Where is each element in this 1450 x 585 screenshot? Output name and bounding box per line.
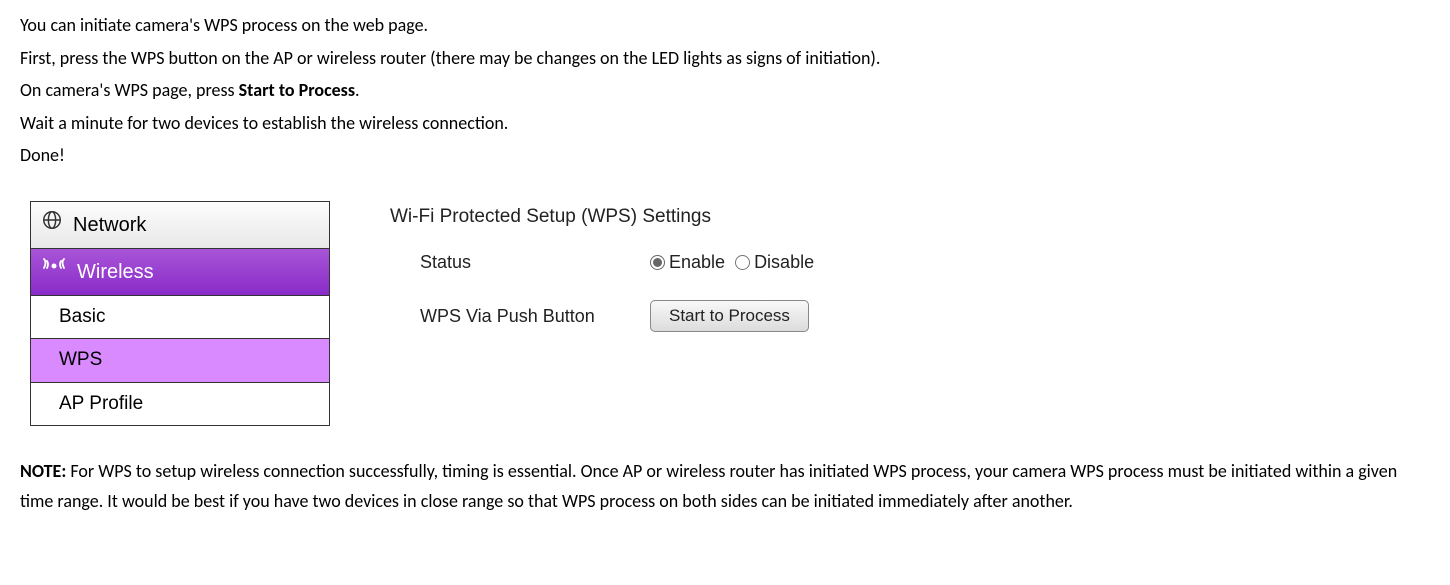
note-text: NOTE: For WPS to setup wireless connecti… bbox=[20, 456, 1430, 517]
status-label: Status bbox=[390, 247, 650, 278]
note-block: NOTE: For WPS to setup wireless connecti… bbox=[20, 456, 1430, 517]
push-button-label: WPS Via Push Button bbox=[390, 301, 650, 332]
instruction-line: Wait a minute for two devices to establi… bbox=[20, 108, 1430, 139]
sidebar-label: Wireless bbox=[77, 255, 154, 289]
radio-enable[interactable]: Enable bbox=[650, 247, 725, 278]
sidebar-section-network[interactable]: Network bbox=[31, 202, 329, 249]
status-radio-group: Enable Disable bbox=[650, 247, 814, 278]
instruction-line: On camera's WPS page, press Start to Pro… bbox=[20, 75, 1430, 106]
settings-screenshot: Network Wireless Basic WPS AP Profile Wi… bbox=[30, 201, 1430, 426]
globe-icon bbox=[41, 208, 63, 242]
wps-settings-panel: Wi-Fi Protected Setup (WPS) Settings Sta… bbox=[390, 201, 814, 354]
instruction-line: Done! bbox=[20, 140, 1430, 171]
sidebar-item-ap-profile[interactable]: AP Profile bbox=[31, 383, 329, 426]
note-label: NOTE: bbox=[20, 460, 66, 482]
sidebar-item-label: WPS bbox=[59, 349, 102, 370]
push-button-row: WPS Via Push Button Start to Process bbox=[390, 300, 814, 332]
sidebar-nav: Network Wireless Basic WPS AP Profile bbox=[30, 201, 330, 426]
radio-enable-input[interactable] bbox=[650, 255, 665, 270]
sidebar-item-wps[interactable]: WPS bbox=[31, 339, 329, 382]
sidebar-item-basic[interactable]: Basic bbox=[31, 296, 329, 339]
instruction-line: First, press the WPS button on the AP or… bbox=[20, 43, 1430, 74]
wifi-icon bbox=[41, 255, 67, 289]
instruction-line: You can initiate camera's WPS process on… bbox=[20, 10, 1430, 41]
panel-title: Wi-Fi Protected Setup (WPS) Settings bbox=[390, 201, 814, 233]
instructions-block: You can initiate camera's WPS process on… bbox=[20, 10, 1430, 171]
sidebar-item-label: Basic bbox=[59, 306, 105, 327]
sidebar-label: Network bbox=[73, 208, 146, 242]
sidebar-item-label: AP Profile bbox=[59, 393, 143, 414]
sidebar-section-wireless[interactable]: Wireless bbox=[31, 249, 329, 296]
radio-disable-input[interactable] bbox=[735, 255, 750, 270]
start-to-process-button[interactable]: Start to Process bbox=[650, 300, 809, 332]
status-row: Status Enable Disable bbox=[390, 247, 814, 278]
radio-disable[interactable]: Disable bbox=[735, 247, 814, 278]
